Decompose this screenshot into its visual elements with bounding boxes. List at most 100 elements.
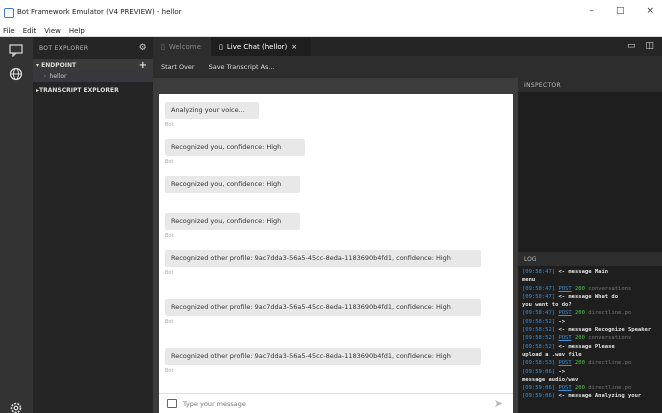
log-line: [09:58:52] -> bbox=[522, 318, 658, 326]
log-timestamp: [09:58:52] bbox=[522, 343, 559, 350]
window-title: Bot Framework Emulator (V4 PREVIEW) - he… bbox=[17, 8, 182, 16]
log-line: [09:58:47] <- message What do bbox=[522, 293, 658, 301]
settings-icon[interactable] bbox=[9, 401, 23, 413]
chat-area: Analyzing your voice... Bot Recognized y… bbox=[153, 78, 518, 413]
log-text: <- message What do bbox=[558, 293, 619, 300]
message-input[interactable] bbox=[183, 398, 473, 410]
message-bubble[interactable]: Recognized other profile: 9ac7dda3-56a5-… bbox=[165, 299, 481, 316]
log-timestamp: [09:59:06] bbox=[522, 368, 559, 375]
log-panel: LOG [09:58:47] <- message Main menu [09:58… bbox=[518, 252, 662, 413]
upload-image-icon[interactable] bbox=[167, 399, 177, 408]
log-line: you want to do? bbox=[522, 301, 658, 309]
add-endpoint-icon[interactable]: + bbox=[139, 60, 147, 71]
message-timestamp: Bot bbox=[165, 122, 174, 128]
transcript-explorer-section[interactable]: ▸ TRANSCRIPT EXPLORER bbox=[33, 84, 153, 96]
log-line: [09:58:52] <- message Please bbox=[522, 343, 658, 351]
endpoint-item-hellor[interactable]: ◦ hellor bbox=[33, 71, 153, 82]
log-text: directline.po bbox=[588, 360, 632, 367]
log-timestamp: [09:58:47] bbox=[522, 285, 559, 292]
log-text: -> bbox=[558, 368, 566, 375]
log-title: LOG bbox=[518, 252, 662, 266]
log-lines[interactable]: [09:58:47] <- message Main menu [09:58:47]… bbox=[518, 266, 662, 403]
message-bubble[interactable]: Recognized other profile: 9ac7dda3-56a5-… bbox=[165, 250, 481, 267]
split-editor-icon[interactable]: ◫ bbox=[645, 41, 654, 51]
bot-explorer-panel: BOT EXPLORER ⚙ ▾ ENDPOINT + ◦ hellor ▸ T… bbox=[33, 37, 153, 413]
log-timestamp: [09:58:47] bbox=[522, 269, 559, 275]
inspector-panel: INSPECTOR bbox=[518, 78, 662, 248]
log-request-link[interactable]: POST bbox=[558, 360, 571, 366]
log-timestamp: [09:58:47] bbox=[522, 310, 559, 317]
maximize-button[interactable]: □ bbox=[616, 6, 625, 16]
log-request-link[interactable]: POST bbox=[558, 385, 571, 391]
chat-history[interactable]: Analyzing your voice... Bot Recognized y… bbox=[159, 94, 513, 413]
chat-toolbar: Start Over Save Transcript As... bbox=[153, 56, 662, 78]
document-icon: ▯ bbox=[219, 42, 223, 51]
log-timestamp: [09:59:06] bbox=[522, 385, 559, 392]
log-timestamp: [09:58:52] bbox=[522, 335, 559, 342]
log-text: menu bbox=[522, 277, 536, 284]
log-status-code: 200 bbox=[575, 360, 589, 367]
presentation-icon[interactable]: ▭ bbox=[627, 41, 636, 51]
message-bubble[interactable]: Recognized you, confidence: High bbox=[165, 213, 300, 230]
message-bubble[interactable]: Analyzing your voice... bbox=[165, 102, 259, 119]
log-request-link[interactable]: POST bbox=[558, 310, 571, 316]
log-line: menu bbox=[522, 276, 658, 284]
log-text: directline.po bbox=[588, 385, 632, 392]
log-status-code: 200 bbox=[575, 335, 589, 342]
log-text: conversations bbox=[588, 335, 632, 342]
message-bubble[interactable]: Recognized you, confidence: High bbox=[165, 139, 305, 156]
message-timestamp: Bot bbox=[165, 319, 174, 325]
menu-view[interactable]: View bbox=[44, 27, 61, 35]
chat-icon[interactable] bbox=[9, 43, 23, 58]
activity-bar bbox=[0, 37, 33, 413]
message-bubble[interactable]: Recognized you, confidence: High bbox=[165, 176, 300, 193]
globe-icon[interactable] bbox=[9, 67, 23, 81]
message: Recognized other profile: 9ac7dda3-56a5-… bbox=[165, 250, 481, 276]
inspector-title: INSPECTOR bbox=[518, 78, 662, 92]
log-status-code: 200 bbox=[575, 310, 589, 317]
message-bubble[interactable]: Recognized other profile: 9ac7dda3-56a5-… bbox=[165, 348, 481, 365]
log-request-link[interactable]: POST bbox=[558, 335, 571, 341]
log-timestamp: [09:58:52] bbox=[522, 318, 559, 325]
log-line: [09:59:06] POST 200 directline.po bbox=[522, 384, 658, 392]
menu-help[interactable]: Help bbox=[69, 27, 85, 35]
log-text: you want to do? bbox=[522, 302, 572, 309]
endpoint-section[interactable]: ▾ ENDPOINT + bbox=[33, 59, 153, 71]
log-line: [09:58:52] POST 200 conversations bbox=[522, 334, 658, 342]
message: Recognized you, confidence: High Bot bbox=[165, 213, 300, 239]
log-line: [09:58:47] POST 200 conversations bbox=[522, 285, 658, 293]
save-transcript-button[interactable]: Save Transcript As... bbox=[209, 63, 275, 71]
tab-welcome[interactable]: ▯ Welcome bbox=[153, 37, 211, 56]
menu-bar: File Edit View Help bbox=[0, 25, 662, 37]
menu-edit[interactable]: Edit bbox=[23, 27, 37, 35]
send-box: ➤ bbox=[159, 393, 513, 413]
document-icon: ▯ bbox=[161, 42, 165, 51]
log-status-code: 200 bbox=[575, 385, 589, 392]
message-timestamp: Bot bbox=[165, 159, 174, 165]
log-timestamp: [09:58:53] bbox=[522, 360, 559, 367]
title-bar: Bot Framework Emulator (V4 PREVIEW) - he… bbox=[0, 0, 662, 25]
log-request-link[interactable]: POST bbox=[558, 286, 571, 292]
log-line: [09:58:47] <- message Main bbox=[522, 268, 658, 276]
message-timestamp: Bot bbox=[165, 270, 174, 276]
log-text: conversations bbox=[588, 285, 632, 292]
close-tab-icon[interactable]: × bbox=[291, 43, 297, 51]
close-button[interactable]: × bbox=[646, 6, 654, 16]
send-icon[interactable]: ➤ bbox=[494, 397, 503, 410]
start-over-button[interactable]: Start Over bbox=[161, 63, 195, 71]
log-text: upload a .wav file bbox=[522, 351, 582, 358]
message-timestamp: Bot bbox=[165, 368, 174, 374]
menu-file[interactable]: File bbox=[3, 27, 15, 35]
log-text: directline.po bbox=[588, 310, 632, 317]
minimize-button[interactable]: – bbox=[589, 6, 594, 16]
message-timestamp: Bot bbox=[165, 233, 174, 239]
log-line: [09:58:52] <- message Recognize Speaker bbox=[522, 326, 658, 334]
settings-gear-icon[interactable]: ⚙ bbox=[139, 43, 147, 53]
message: Recognized you, confidence: High Bot bbox=[165, 139, 305, 165]
log-line: [09:58:53] POST 200 directline.po bbox=[522, 359, 658, 367]
tab-bar: ▯ Welcome ▯ Live Chat (hellor) × ▭ ◫ bbox=[153, 37, 662, 56]
log-timestamp: [09:58:52] bbox=[522, 327, 559, 334]
log-text: -> bbox=[558, 318, 566, 325]
tab-live-chat[interactable]: ▯ Live Chat (hellor) × bbox=[211, 37, 311, 56]
log-text: <- message Recognize Speaker bbox=[558, 327, 652, 334]
